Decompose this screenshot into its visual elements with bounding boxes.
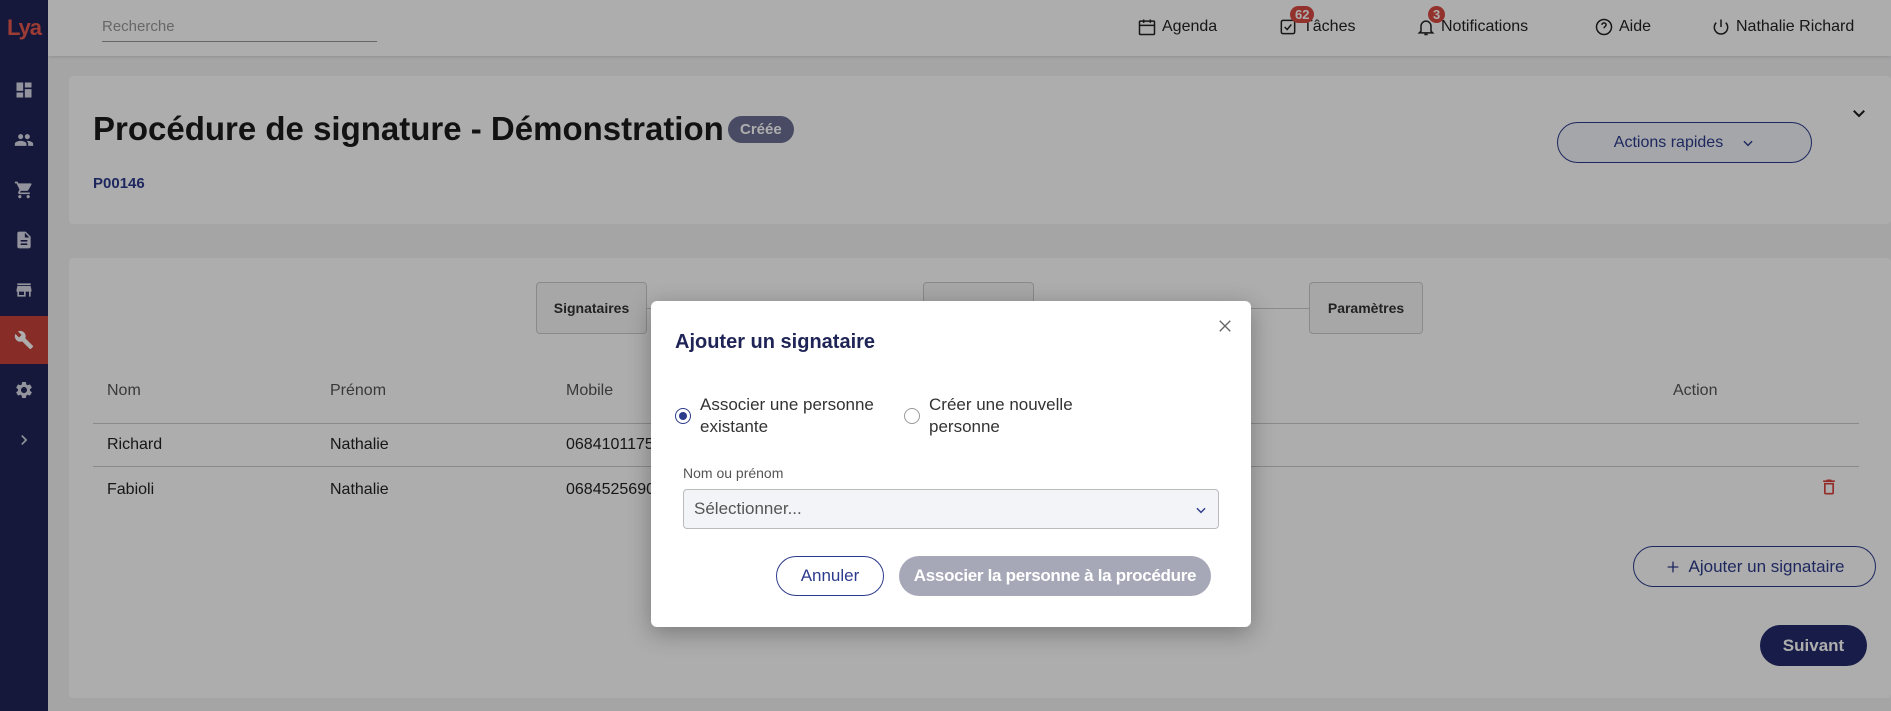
person-field-label: Nom ou prénom — [683, 465, 784, 481]
radio-button-unchecked[interactable] — [904, 408, 920, 424]
radio-existing-label: Associer une personne existante — [700, 395, 874, 436]
associate-person-button[interactable]: Associer la personne à la procédure — [899, 556, 1211, 596]
add-signer-modal: Ajouter un signataire Associer une perso… — [651, 301, 1251, 627]
close-icon — [1219, 320, 1231, 332]
person-select-placeholder: Sélectionner... — [694, 499, 802, 518]
radio-new-person[interactable]: Créer une nouvelle personne — [904, 394, 1099, 438]
chevron-down-icon — [1196, 507, 1206, 514]
modal-title: Ajouter un signataire — [675, 331, 876, 353]
radio-existing-person[interactable]: Associer une personne existante — [675, 394, 890, 438]
cancel-button[interactable]: Annuler — [776, 556, 884, 596]
radio-button-checked[interactable] — [675, 408, 691, 424]
close-modal-button[interactable] — [1216, 317, 1234, 335]
person-select[interactable]: Sélectionner... — [683, 489, 1219, 529]
radio-new-label: Créer une nouvelle personne — [929, 395, 1073, 436]
